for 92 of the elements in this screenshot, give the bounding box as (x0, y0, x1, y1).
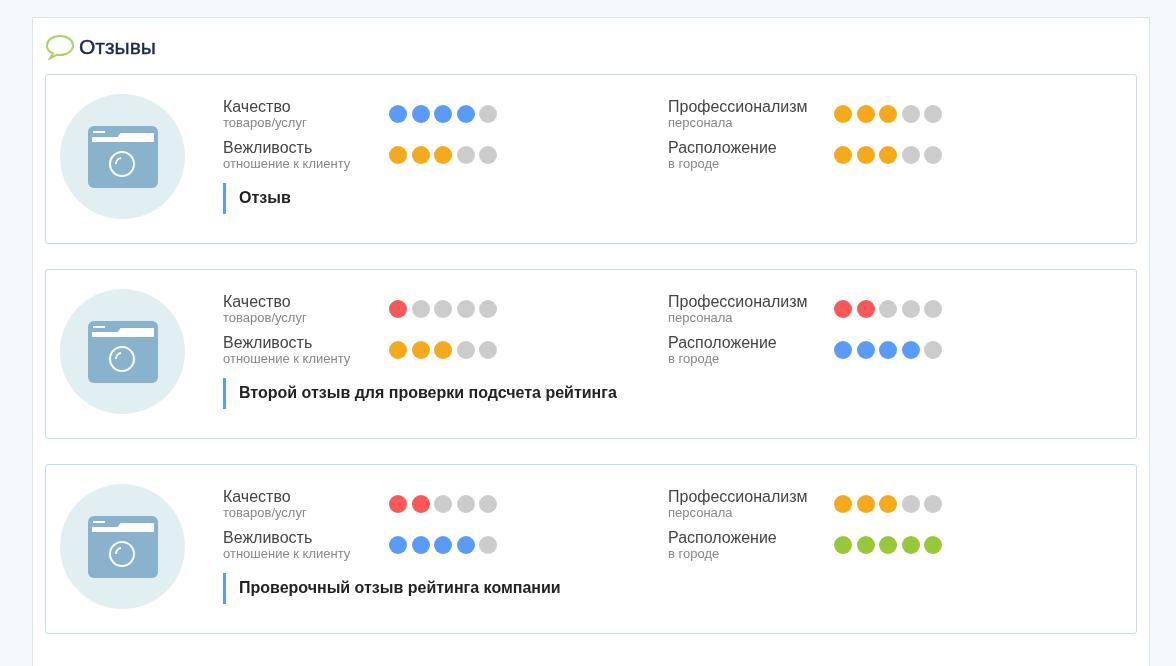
rating-sublabel: в городе (668, 351, 721, 366)
rating-dot (389, 146, 407, 164)
rating-dot (434, 536, 452, 554)
rating-dot (834, 495, 852, 513)
rating-label: Качество (223, 98, 292, 115)
rating-dot (479, 495, 497, 513)
rating-sublabel: товаров/услуг (223, 310, 308, 325)
rating-dot (834, 300, 852, 318)
rating-dot (434, 341, 452, 359)
rating-sublabel: в городе (668, 156, 721, 171)
rating-label: Расположение (668, 529, 778, 546)
rating-dot (879, 341, 897, 359)
rating-sublabel: отношение к клиенту (223, 351, 352, 366)
rating-dot (901, 341, 920, 359)
rating-label: Расположение (668, 334, 778, 351)
rating-dot (456, 495, 475, 513)
review-comment: Второй отзыв для проверки подсчета рейтинга (223, 378, 1122, 409)
rating-sublabel: товаров/услуг (223, 505, 308, 520)
rating-dot (389, 300, 407, 318)
rating-dot (479, 536, 497, 554)
rating-dot (856, 341, 875, 359)
rating-dot (411, 105, 430, 123)
rating-dot (834, 536, 852, 554)
rating-dot (856, 146, 875, 164)
rating-dot (901, 495, 920, 513)
rating-dot (411, 341, 430, 359)
rating-dot (901, 300, 920, 318)
review-comment: Проверочный отзыв рейтинга компании (223, 573, 1122, 604)
rating-sublabel: персонала (668, 310, 734, 325)
rating-dot (479, 341, 497, 359)
rating-dot (456, 536, 475, 554)
rating-sublabel: в городе (668, 546, 721, 561)
rating-dot (479, 300, 497, 318)
rating-dot (924, 536, 942, 554)
rating-label: Качество (223, 293, 292, 310)
rating-dot (456, 105, 475, 123)
rating-dot (924, 495, 942, 513)
rating-dot (901, 536, 920, 554)
rating-label: Вежливость (223, 529, 314, 546)
rating-dot (901, 105, 920, 123)
camera-icon (87, 515, 158, 578)
rating-dot (456, 300, 475, 318)
rating-dot (389, 341, 407, 359)
rating-dot (856, 536, 875, 554)
rating-dot (834, 341, 852, 359)
rating-dot (434, 300, 452, 318)
rating-dot (479, 146, 497, 164)
speech-bubble-icon (45, 34, 75, 60)
rating-dot (879, 146, 897, 164)
rating-dot (834, 105, 852, 123)
rating-dot (901, 146, 920, 164)
rating-dot (411, 536, 430, 554)
rating-label: Расположение (668, 139, 778, 156)
rating-label: Профессионализм (668, 488, 809, 505)
rating-dot (924, 300, 942, 318)
rating-dot (924, 341, 942, 359)
rating-label: Вежливость (223, 334, 314, 351)
section-title: Отзывы (79, 35, 156, 59)
rating-dot (434, 146, 452, 164)
rating-dot (411, 495, 430, 513)
rating-dot (456, 341, 475, 359)
rating-dot (879, 300, 897, 318)
rating-dot (856, 105, 875, 123)
rating-label: Качество (223, 488, 292, 505)
review-comment: Отзыв (223, 183, 1122, 214)
rating-dot (456, 146, 475, 164)
rating-dot (479, 105, 497, 123)
rating-dot (389, 105, 407, 123)
rating-label: Вежливость (223, 139, 314, 156)
rating-dot (434, 105, 452, 123)
rating-sublabel: персонала (668, 115, 734, 130)
rating-dot (411, 300, 430, 318)
rating-label: Профессионализм (668, 98, 809, 115)
rating-dot (856, 495, 875, 513)
rating-dot (924, 146, 942, 164)
rating-dot (411, 146, 430, 164)
rating-dot (834, 146, 852, 164)
rating-dot (879, 495, 897, 513)
rating-dot (924, 105, 942, 123)
rating-dot (879, 536, 897, 554)
rating-label: Профессионализм (668, 293, 809, 310)
rating-sublabel: отношение к клиенту (223, 546, 352, 561)
camera-icon (87, 125, 158, 188)
camera-icon (87, 320, 158, 383)
rating-sublabel: товаров/услуг (223, 115, 308, 130)
rating-dot (389, 536, 407, 554)
rating-dot (389, 495, 407, 513)
rating-dot (434, 495, 452, 513)
rating-sublabel: отношение к клиенту (223, 156, 352, 171)
rating-dot (879, 105, 897, 123)
rating-sublabel: персонала (668, 505, 734, 520)
rating-dot (856, 300, 875, 318)
